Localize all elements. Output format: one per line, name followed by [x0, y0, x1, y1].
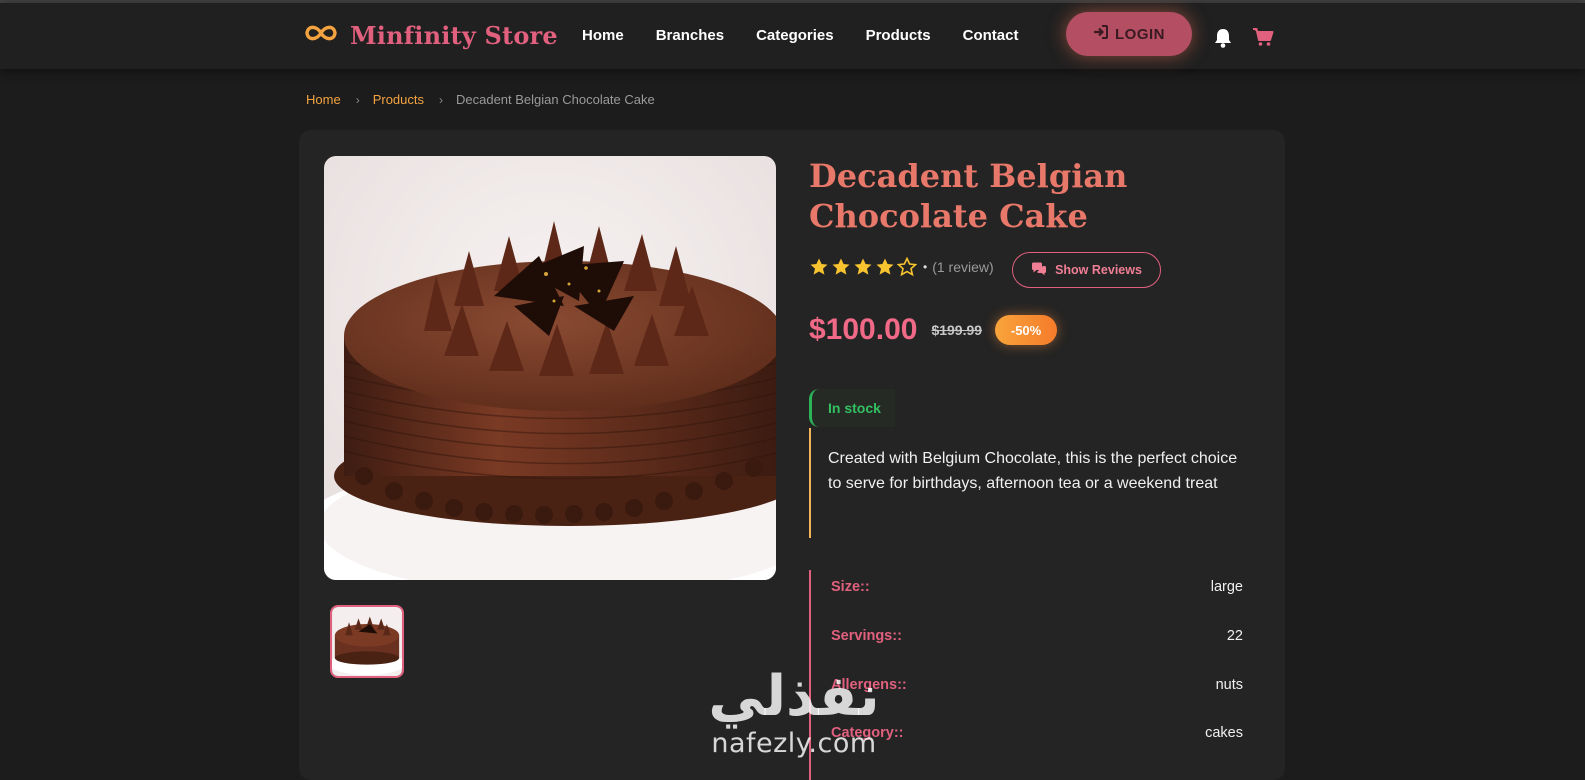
- spec-value: 22: [1226, 628, 1243, 644]
- spec-row-category: Category:: cakes: [831, 725, 1243, 741]
- breadcrumb-separator: ›: [439, 92, 443, 107]
- old-price: $199.99: [931, 322, 983, 338]
- star-filled-icon: [876, 258, 894, 275]
- breadcrumb-home[interactable]: Home: [306, 92, 341, 107]
- spec-row-servings: Servings:: 22: [831, 628, 1243, 644]
- star-empty-icon: [897, 257, 917, 277]
- breadcrumb-separator: ›: [355, 92, 360, 107]
- product-thumbnail[interactable]: [330, 605, 404, 678]
- cart-icon[interactable]: [1252, 27, 1274, 47]
- navbar: Minfinity Store Home Branches Categories…: [0, 3, 1585, 69]
- spec-label: Allergens::: [831, 677, 907, 693]
- discount-badge: -50%: [995, 315, 1058, 345]
- breadcrumb-current: Decadent Belgian Chocolate Cake: [456, 92, 655, 107]
- spec-value: large: [1210, 579, 1243, 595]
- rating-row: • (1 review): [809, 257, 994, 277]
- nav-home[interactable]: Home: [582, 27, 624, 44]
- stock-status: In stock: [809, 389, 895, 427]
- rating-dot: •: [923, 260, 928, 274]
- spec-label: Servings::: [831, 628, 902, 644]
- star-rating: [809, 257, 917, 277]
- bell-icon[interactable]: [1213, 27, 1233, 49]
- logo[interactable]: Minfinity Store: [302, 21, 558, 50]
- star-filled-icon: [810, 258, 828, 275]
- product-main-image[interactable]: [324, 156, 776, 580]
- spec-label: Size::: [831, 579, 870, 595]
- spec-value: cakes: [1205, 725, 1243, 741]
- product-description: Created with Belgium Chocolate, this is …: [809, 428, 1239, 538]
- login-label: LOGIN: [1115, 25, 1165, 43]
- product-title: Decadent Belgian Chocolate Cake: [809, 157, 1128, 235]
- comments-icon: [1031, 262, 1047, 279]
- nav-categories[interactable]: Categories: [756, 27, 834, 44]
- nav-branches[interactable]: Branches: [656, 27, 724, 44]
- nav-products[interactable]: Products: [866, 27, 931, 44]
- current-price: $100.00: [809, 313, 918, 346]
- spec-row-size: Size:: large: [831, 579, 1243, 595]
- show-reviews-label: Show Reviews: [1055, 263, 1142, 277]
- infinity-icon: [302, 21, 340, 50]
- main-nav: Home Branches Categories Products Contac…: [582, 27, 1018, 44]
- brand-name: Minfinity Store: [350, 21, 558, 50]
- sign-in-icon: [1093, 24, 1109, 44]
- star-filled-icon: [854, 258, 872, 275]
- product-specs: Size:: large Servings:: 22 Allergens:: n…: [809, 570, 1243, 780]
- review-count: (1 review): [932, 259, 994, 275]
- login-button[interactable]: LOGIN: [1066, 12, 1192, 56]
- spec-value: nuts: [1215, 677, 1243, 693]
- price-row: $100.00 $199.99 -50%: [809, 313, 1058, 347]
- spec-row-allergens: Allergens:: nuts: [831, 677, 1243, 693]
- nav-contact[interactable]: Contact: [963, 27, 1019, 44]
- star-filled-icon: [832, 258, 850, 275]
- show-reviews-button[interactable]: Show Reviews: [1012, 252, 1161, 288]
- spec-label: Category::: [831, 725, 904, 741]
- breadcrumb: Home › Products › Decadent Belgian Choco…: [306, 92, 655, 107]
- breadcrumb-products[interactable]: Products: [373, 92, 424, 107]
